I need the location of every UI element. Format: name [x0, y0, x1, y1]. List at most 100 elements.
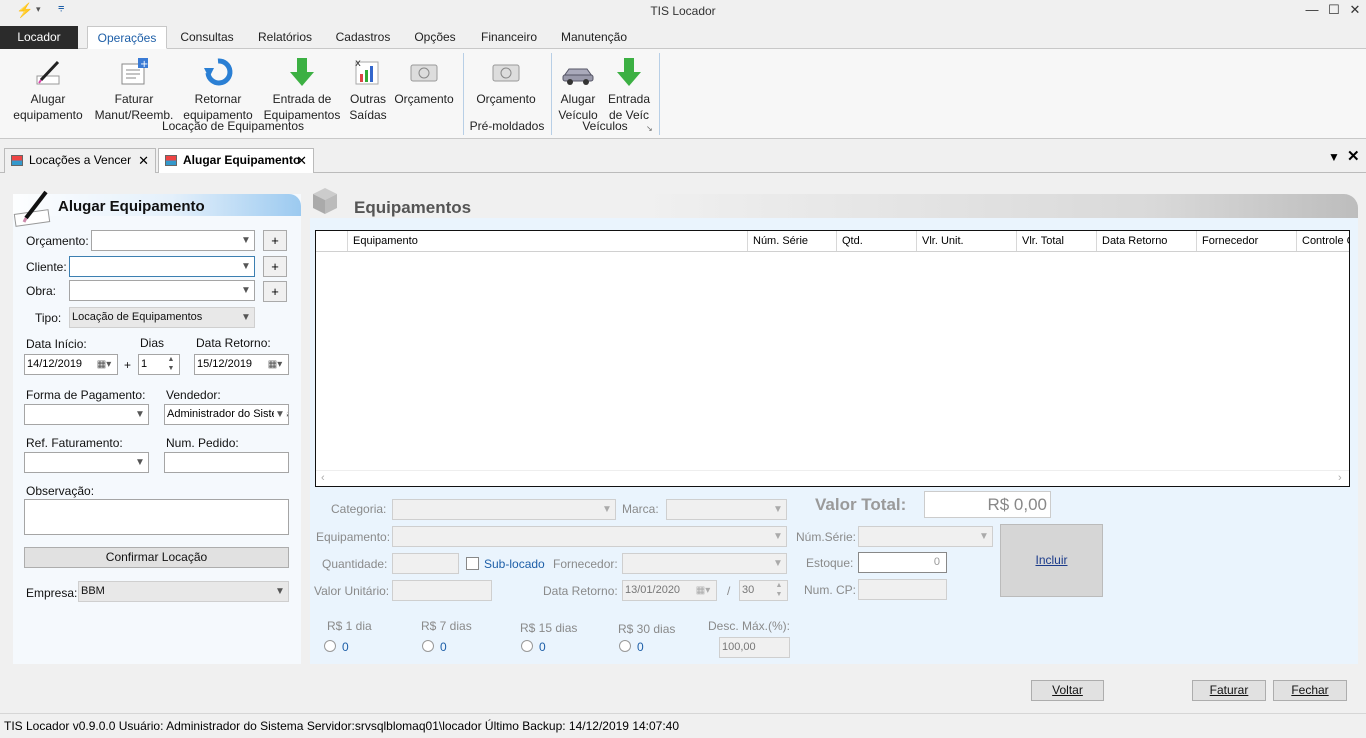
alugar-veiculo-button[interactable]: Alugar Veículo [555, 51, 601, 123]
close-all-icon[interactable]: ✕ [1347, 147, 1360, 165]
faturar-button[interactable]: + Faturar Manut/Reemb. [92, 51, 176, 123]
incluir-button[interactable]: Incluir [1000, 524, 1103, 597]
tipo-select[interactable]: Locação de Equipamentos ▼ [69, 307, 255, 328]
vendedor-value: Administrador do Sistema [167, 408, 289, 420]
dialog-launcher-icon[interactable]: ↘ [646, 124, 653, 133]
add-obra-button[interactable]: + [263, 281, 287, 302]
app-title: TIS Locador [650, 4, 716, 18]
price-15-dias-label: R$ 15 dias [520, 621, 578, 635]
ribbon: Alugar equipamento + Faturar Manut/Reemb… [0, 49, 1366, 139]
price-7-dias-label: R$ 7 dias [421, 619, 472, 633]
minimize-button[interactable]: — [1302, 2, 1322, 20]
marca-combo[interactable]: ▼ [666, 499, 787, 520]
fechar-button[interactable]: Fechar [1273, 680, 1347, 701]
entrada-veiculo-button[interactable]: Entrada de Veíc [604, 51, 654, 123]
orcamento-combo[interactable]: ▼ [91, 230, 255, 251]
equipamentos-grid[interactable] [315, 230, 1350, 487]
data-inicio-picker[interactable]: 14/12/2019 ▦▾ [24, 354, 118, 375]
price-1-dia-radio[interactable] [324, 640, 336, 652]
orcamento-premoldados-button[interactable]: Orçamento [470, 51, 542, 107]
estoque-display: 0 [858, 552, 947, 573]
data-retorno-picker[interactable]: 15/12/2019 ▦▾ [194, 354, 289, 375]
group-locacao-equipamentos: Locação de Equipamentos [161, 119, 305, 133]
price-30-dias-radio[interactable] [619, 640, 631, 652]
horizontal-scrollbar[interactable]: ‹ › [316, 470, 1349, 486]
vendedor-combo[interactable]: Administrador do Sistema ▼ [164, 404, 289, 425]
forma-pagamento-combo[interactable]: ▼ [24, 404, 149, 425]
column-header[interactable]: Vlr. Total [1016, 231, 1096, 251]
equipamento-combo[interactable]: ▼ [392, 526, 787, 547]
dias-item-stepper[interactable]: 30 ▲ ▼ [739, 580, 788, 601]
faturar-footer-button[interactable]: Faturar [1192, 680, 1266, 701]
num-pedido-input[interactable] [164, 452, 289, 473]
sublocado-checkbox[interactable] [466, 557, 479, 570]
column-header[interactable]: Data Retorno [1096, 231, 1196, 251]
budget-icon [489, 55, 523, 89]
column-header[interactable]: Qtd. [836, 231, 916, 251]
observacao-label: Observação: [26, 484, 95, 498]
menu-opcoes[interactable]: Opções [404, 26, 466, 49]
alugar-equipamento-button[interactable]: Alugar equipamento [8, 51, 88, 123]
menu-consultas[interactable]: Consultas [172, 26, 242, 49]
tipo-value: Locação de Equipamentos [72, 311, 203, 323]
chart-icon: x [351, 55, 385, 89]
obra-combo[interactable]: ▼ [69, 280, 255, 301]
ribbon-separator [463, 53, 464, 135]
ribbon-separator [659, 53, 660, 135]
column-header[interactable]: Controle C [1296, 231, 1349, 251]
categoria-combo[interactable]: ▼ [392, 499, 616, 520]
green-down-arrow-icon [285, 55, 319, 89]
observacao-textarea[interactable] [24, 499, 289, 535]
fornecedor-combo[interactable]: ▼ [622, 553, 787, 574]
forma-pagamento-label: Forma de Pagamento: [26, 388, 146, 402]
add-orcamento-button[interactable]: + [263, 230, 287, 251]
menu-operacoes[interactable]: Operações [87, 26, 167, 49]
quantidade-input[interactable] [392, 553, 459, 574]
tab-locacoes-a-vencer[interactable]: Locações a Vencer ✕ [4, 148, 156, 173]
tab-alugar-equipamento[interactable]: Alugar Equipamento ✕ [158, 148, 314, 173]
ribbon-label: Entrada [607, 92, 651, 106]
scroll-left-icon[interactable]: ‹ [321, 472, 325, 484]
voltar-button[interactable]: Voltar [1031, 680, 1104, 701]
spin-icon[interactable]: ▲ ▼ [165, 355, 177, 374]
confirmar-locacao-button[interactable]: Confirmar Locação [24, 547, 289, 568]
column-header[interactable]: Equipamento [347, 231, 747, 251]
column-header[interactable]: Vlr. Unit. [916, 231, 1016, 251]
orcamento-button[interactable]: Orçamento [392, 51, 456, 107]
price-1-dia-label: R$ 1 dia [327, 619, 372, 633]
entrada-equipamentos-button[interactable]: Entrada de Equipamentos [262, 51, 342, 123]
data-retorno-item-picker[interactable]: 13/01/2020 ▦▾ [622, 580, 717, 601]
close-tab-icon[interactable]: ✕ [138, 149, 149, 172]
add-cliente-button[interactable]: + [263, 256, 287, 277]
dias-item-value: 30 [742, 584, 755, 596]
price-15-dias-radio[interactable] [521, 640, 533, 652]
menu-cadastros[interactable]: Cadastros [328, 26, 398, 49]
menu-financeiro[interactable]: Financeiro [472, 26, 546, 49]
price-7-dias-radio[interactable] [422, 640, 434, 652]
desc-max-input[interactable]: 100,00 [719, 637, 790, 658]
num-serie-combo[interactable]: ▼ [858, 526, 993, 547]
close-tab-icon[interactable]: ✕ [296, 149, 307, 172]
num-cp-label: Num. CP: [804, 583, 857, 597]
retornar-equipamento-button[interactable]: Retornar equipamento [178, 51, 258, 123]
outras-saidas-button[interactable]: x Outras Saídas [346, 51, 390, 123]
close-button[interactable]: ✕ [1345, 2, 1365, 20]
cliente-combo[interactable]: ▼ [69, 256, 255, 277]
menu-manutencao[interactable]: Manutenção [552, 26, 636, 49]
svg-text:x: x [355, 58, 361, 69]
marca-label: Marca: [622, 502, 659, 516]
menu-locador[interactable]: Locador [0, 26, 78, 49]
column-header[interactable]: Núm. Série [747, 231, 836, 251]
scroll-right-icon[interactable]: › [1338, 472, 1342, 484]
num-cp-input[interactable] [858, 579, 947, 600]
valor-unitario-input[interactable] [392, 580, 492, 601]
dias-stepper[interactable]: 1 ▲ ▼ [138, 354, 180, 375]
column-header[interactable]: Fornecedor [1196, 231, 1296, 251]
ref-faturamento-combo[interactable]: ▼ [24, 452, 149, 473]
empresa-select[interactable]: BBM ▼ [78, 581, 289, 602]
tab-list-dropdown-icon[interactable]: ▼ [1328, 150, 1340, 164]
spin-icon[interactable]: ▲ ▼ [773, 581, 785, 600]
menu-relatorios[interactable]: Relatórios [248, 26, 322, 49]
maximize-button[interactable]: ☐ [1324, 2, 1344, 20]
price-15-dias-value: 0 [539, 640, 546, 654]
